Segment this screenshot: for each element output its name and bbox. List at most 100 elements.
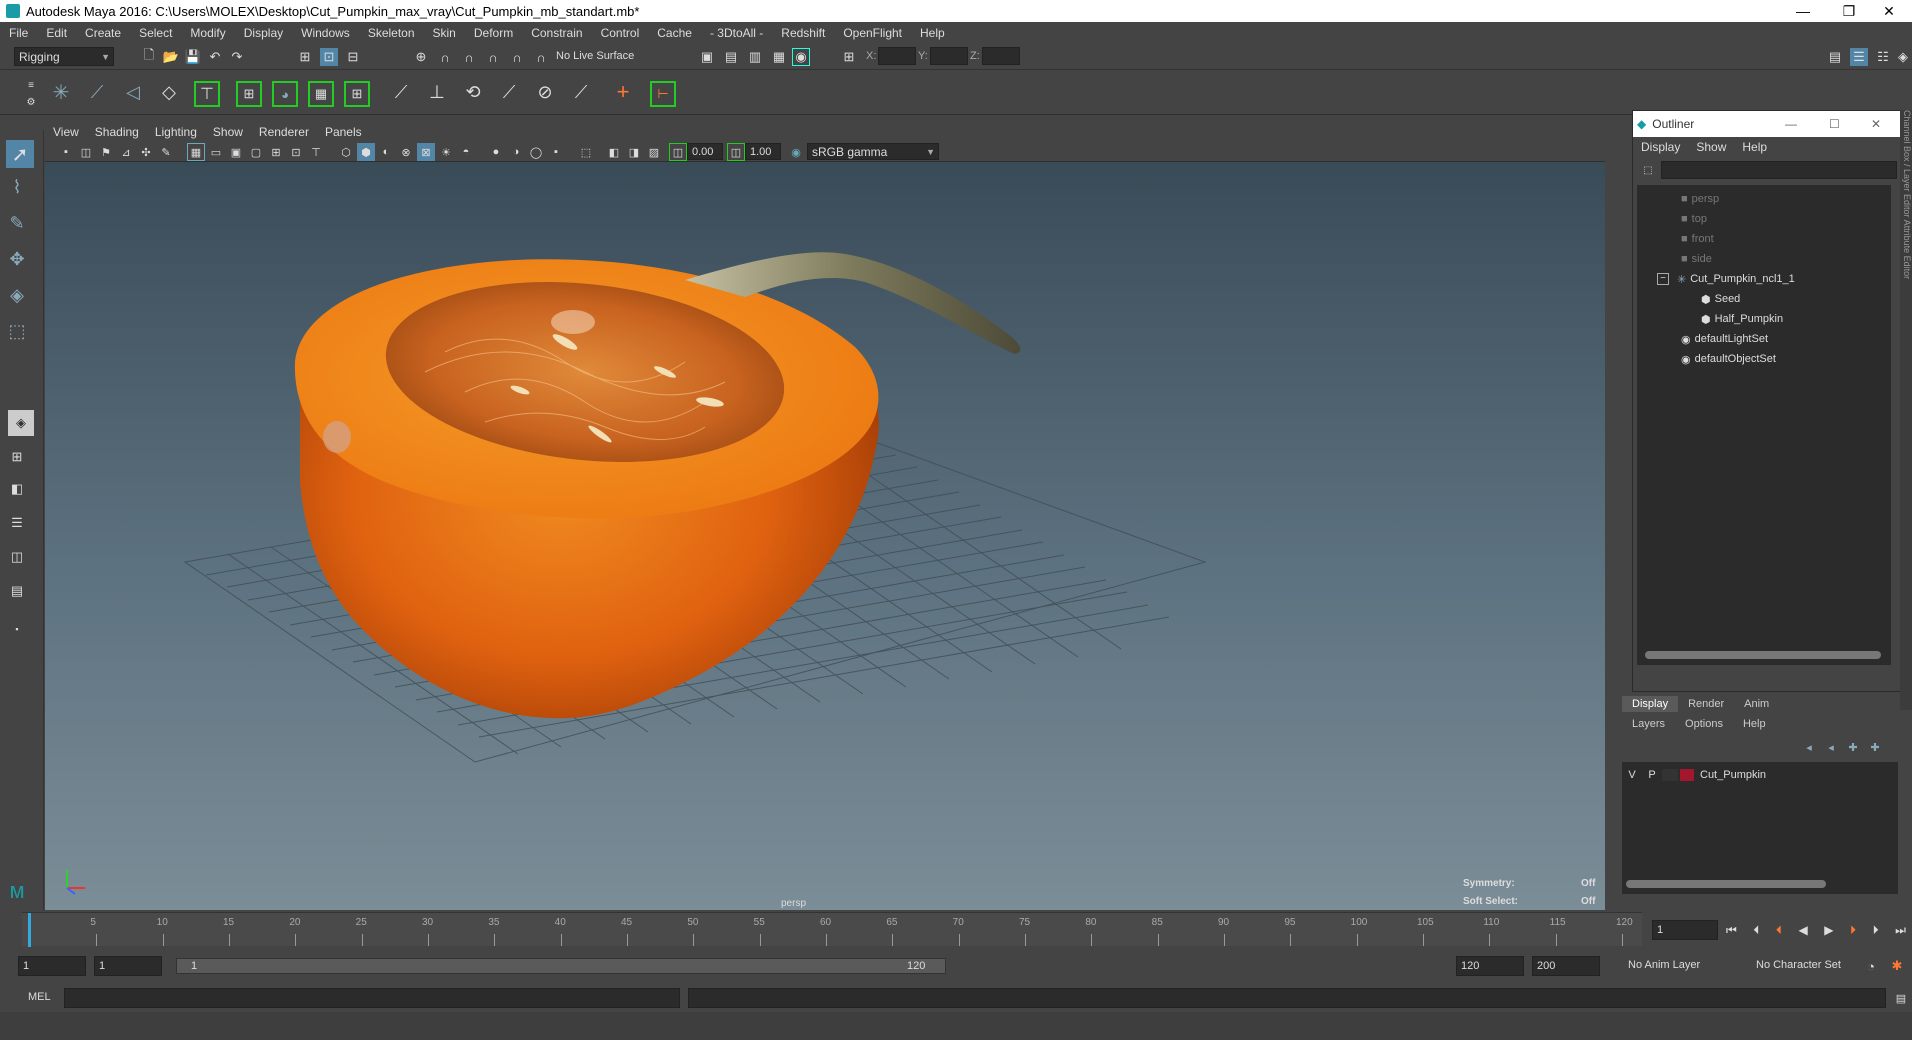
- save-scene-icon[interactable]: 💾: [184, 48, 202, 66]
- current-frame-field[interactable]: 1: [1652, 920, 1718, 940]
- menu-redshift[interactable]: Redshift: [772, 26, 834, 40]
- live-surface-label[interactable]: No Live Surface: [556, 50, 634, 62]
- field-chart-icon[interactable]: ⊞: [267, 143, 285, 161]
- joint-tool-icon[interactable]: ✳: [52, 82, 70, 104]
- menu-control[interactable]: Control: [592, 26, 649, 40]
- tree-item-default-light-set[interactable]: ◉ defaultLightSet: [1681, 329, 1768, 349]
- channel-box-icon[interactable]: ◈: [1894, 48, 1912, 66]
- select-component-icon[interactable]: ⊟: [344, 48, 362, 66]
- outliner-maximize-button[interactable]: ☐: [1829, 117, 1840, 131]
- menu-display[interactable]: Display: [235, 26, 292, 40]
- step-forward-key-icon[interactable]: ⏵: [1850, 923, 1856, 938]
- close-button[interactable]: ✕: [1866, 0, 1912, 22]
- safe-title-icon[interactable]: ⊤: [307, 143, 325, 161]
- persp-hypershade-icon[interactable]: ▤: [8, 582, 26, 600]
- menu-help[interactable]: Help: [911, 26, 954, 40]
- end-time-field[interactable]: 120: [1456, 956, 1524, 976]
- new-layer-icon[interactable]: ✚: [1844, 738, 1862, 756]
- play-forward-icon[interactable]: ▶: [1824, 923, 1833, 937]
- go-to-end-icon[interactable]: ⏭: [1895, 923, 1906, 938]
- layer-visibility-toggle[interactable]: V: [1622, 769, 1642, 781]
- camera-attr-icon[interactable]: ◫: [77, 143, 95, 161]
- render-settings-icon[interactable]: ▦: [770, 48, 788, 66]
- tree-item-persp[interactable]: ■ persp: [1681, 189, 1719, 209]
- anim-end-field[interactable]: 200: [1532, 956, 1600, 976]
- scale-constraint-icon[interactable]: ⟋: [500, 82, 518, 102]
- outliner-menu-help[interactable]: Help: [1734, 140, 1775, 154]
- time-slider[interactable]: 5 10 15 20 25 30 35 40 45 50 55 60 65 70 75 80 85 90 95 100…: [22, 912, 1642, 947]
- collapse-icon[interactable]: −: [1657, 273, 1669, 285]
- ik-spline-icon[interactable]: ◁: [124, 82, 142, 102]
- snap-point-icon[interactable]: ∩: [460, 48, 478, 66]
- layer-menu-options[interactable]: Options: [1675, 716, 1733, 732]
- bookmark-icon[interactable]: ⚑: [97, 143, 115, 161]
- tree-item-front[interactable]: ■ front: [1681, 229, 1714, 249]
- shelf-settings-icon[interactable]: ⚙: [22, 93, 40, 111]
- depth-of-field-icon[interactable]: ◯: [527, 143, 545, 161]
- menu-file[interactable]: File: [0, 26, 37, 40]
- tree-item-half-pumpkin[interactable]: ⬢ Half_Pumpkin: [1701, 309, 1783, 329]
- exposure-field[interactable]: 0.00: [687, 143, 723, 160]
- move-layer-up-icon[interactable]: ◂: [1800, 738, 1818, 756]
- pole-vector-icon[interactable]: ⟋: [572, 82, 590, 102]
- menu-windows[interactable]: Windows: [292, 26, 359, 40]
- new-scene-icon[interactable]: 🗋: [140, 47, 158, 66]
- xray-icon[interactable]: ▪: [547, 143, 565, 161]
- minimize-button[interactable]: —: [1780, 0, 1826, 22]
- mirror-joint-icon[interactable]: ◇: [160, 82, 178, 102]
- move-layer-down-icon[interactable]: ◂: [1822, 738, 1840, 756]
- menu-modify[interactable]: Modify: [181, 26, 234, 40]
- textured-icon[interactable]: ⊗: [397, 143, 415, 161]
- menu-edit[interactable]: Edit: [37, 26, 76, 40]
- orient-joint-icon[interactable]: ⊤: [194, 81, 220, 107]
- outliner-close-button[interactable]: ✕: [1871, 117, 1881, 131]
- outliner-search-field[interactable]: [1661, 161, 1897, 179]
- outliner-minimize-button[interactable]: —: [1785, 117, 1797, 131]
- y-coordinate-field[interactable]: [930, 47, 968, 65]
- new-layer-selected-icon[interactable]: ✚: [1866, 738, 1884, 756]
- layer-row-cut-pumpkin[interactable]: V P Cut_Pumpkin: [1622, 766, 1898, 784]
- locator-icon[interactable]: +: [614, 79, 632, 104]
- smooth-bind-icon[interactable]: ◕: [272, 81, 298, 107]
- character-set-dropdown[interactable]: No Character Set: [1756, 959, 1841, 971]
- wireframe-icon[interactable]: ⬡: [337, 143, 355, 161]
- layer-menu-layers[interactable]: Layers: [1622, 716, 1675, 732]
- menu-constrain[interactable]: Constrain: [522, 26, 591, 40]
- paint-select-icon[interactable]: ✎: [8, 213, 26, 233]
- script-language-toggle[interactable]: MEL: [28, 991, 51, 1003]
- modeling-toolkit-icon[interactable]: ▤: [1826, 48, 1844, 66]
- redo-icon[interactable]: ↷: [228, 48, 246, 66]
- rotate-tool-icon[interactable]: ◈: [8, 285, 26, 305]
- set-driven-key-icon[interactable]: ⊢: [650, 81, 676, 107]
- step-back-icon[interactable]: ⏴: [1753, 923, 1759, 938]
- persp-graph-icon[interactable]: ☰: [8, 514, 26, 532]
- step-back-key-icon[interactable]: ⏴: [1776, 923, 1782, 938]
- viewport-persp[interactable]: persp Symmetry: Off Soft Select: Off: [45, 162, 1605, 910]
- bind-skin-icon[interactable]: ⊞: [236, 81, 262, 107]
- move-tool-icon[interactable]: ✥: [8, 249, 26, 269]
- layer-hscrollbar[interactable]: [1626, 880, 1826, 888]
- multisample-icon[interactable]: ◑: [507, 143, 525, 161]
- ik-handle-icon[interactable]: ⟋: [88, 82, 106, 102]
- exposure-icon[interactable]: ◫: [669, 143, 687, 161]
- outliner-menu-display[interactable]: Display: [1633, 140, 1688, 154]
- parent-constraint-icon[interactable]: ⊘: [536, 82, 554, 102]
- snap-curve-icon[interactable]: ∩: [436, 48, 454, 66]
- side-tabs[interactable]: Channel Box / Layer Editor Attribute Edi…: [1900, 110, 1912, 710]
- outliner-toggle-icon[interactable]: ☰: [1850, 48, 1868, 66]
- anim-start-field[interactable]: 1: [94, 956, 162, 976]
- isolate-select-icon[interactable]: ⬚: [577, 143, 595, 161]
- image-plane-icon[interactable]: ⊿: [117, 143, 135, 161]
- orient-constraint-icon[interactable]: ⟲: [464, 82, 482, 102]
- view-transform-icon[interactable]: ▨: [645, 143, 663, 161]
- gamma-icon[interactable]: ◫: [727, 143, 745, 161]
- cluster-icon[interactable]: ⊞: [344, 81, 370, 107]
- layout-expand-icon[interactable]: ▪: [8, 620, 26, 638]
- vp-menu-panels[interactable]: Panels: [317, 125, 370, 139]
- render-sequence-icon[interactable]: ▤: [722, 48, 740, 66]
- tab-display[interactable]: Display: [1622, 696, 1679, 712]
- point-constraint-icon[interactable]: ⟋: [392, 82, 410, 102]
- ipr-render-icon[interactable]: ▥: [746, 48, 764, 66]
- start-time-field[interactable]: 1: [18, 956, 86, 976]
- outliner-hscrollbar[interactable]: [1645, 651, 1881, 659]
